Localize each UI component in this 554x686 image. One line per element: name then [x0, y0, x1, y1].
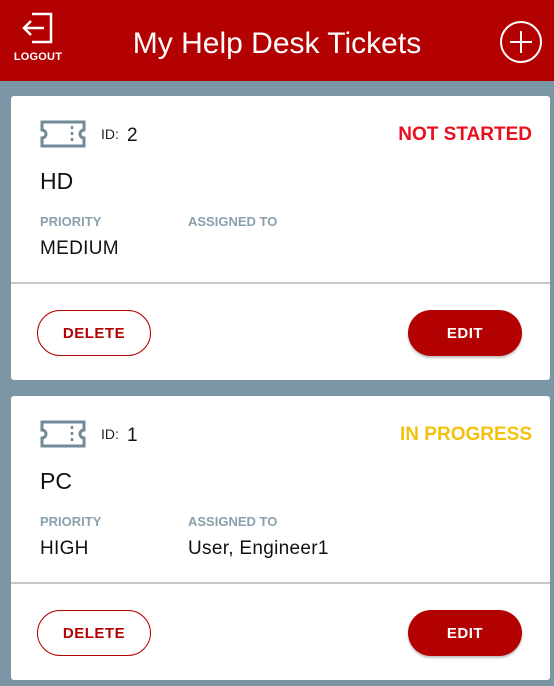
status-badge: IN PROGRESS [400, 424, 532, 445]
edit-button[interactable]: EDIT [408, 310, 522, 356]
edit-button[interactable]: EDIT [408, 610, 522, 656]
assigned-to-label: ASSIGNED TO [188, 514, 278, 529]
priority-value: MEDIUM [40, 238, 119, 259]
card-divider [11, 282, 550, 284]
ticket-icon [40, 420, 86, 448]
ticket-icon [40, 120, 86, 148]
priority-value: HIGH [40, 538, 89, 559]
priority-label: PRIORITY [40, 514, 102, 529]
id-label: ID: [101, 126, 119, 142]
ticket-category: PC [40, 468, 72, 494]
assigned-to-value: User, Engineer1 [188, 538, 329, 559]
assigned-to-label: ASSIGNED TO [188, 214, 278, 229]
add-ticket-button[interactable] [499, 20, 543, 64]
ticket-category: HD [40, 168, 74, 194]
id-label: ID: [101, 426, 119, 442]
page-title: My Help Desk Tickets [132, 27, 422, 60]
ticket-id: 2 [127, 125, 138, 146]
plus-circle-icon [500, 21, 542, 63]
status-badge: NOT STARTED [398, 124, 532, 145]
ticket-card: ID: 2 NOT STARTED HD PRIORITY ASSIGNED T… [11, 96, 550, 380]
card-divider [11, 582, 550, 584]
priority-label: PRIORITY [40, 214, 102, 229]
app-header: LOGOUT My Help Desk Tickets [0, 0, 554, 81]
delete-button[interactable]: DELETE [37, 310, 151, 356]
ticket-id: 1 [127, 425, 138, 446]
delete-button[interactable]: DELETE [37, 610, 151, 656]
ticket-card: ID: 1 IN PROGRESS PC PRIORITY ASSIGNED T… [11, 396, 550, 680]
